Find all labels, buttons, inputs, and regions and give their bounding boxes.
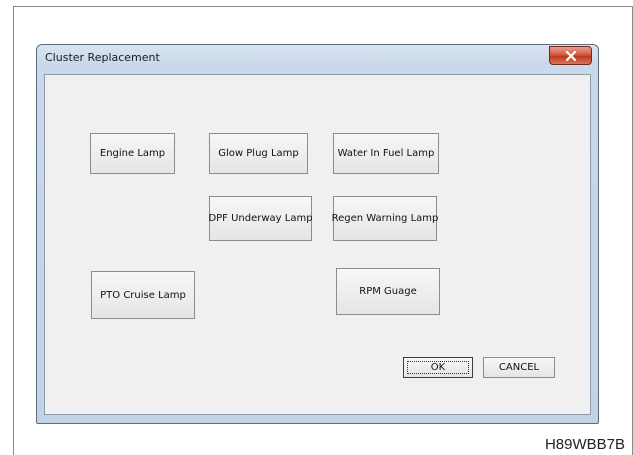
glow-plug-lamp-button[interactable]: Glow Plug Lamp bbox=[209, 133, 308, 174]
regen-warning-lamp-button[interactable]: Regen Warning Lamp bbox=[332, 196, 438, 241]
dpf-underway-lamp-button[interactable]: DPF Underway Lamp bbox=[208, 196, 313, 241]
close-icon bbox=[565, 50, 576, 61]
pto-cruise-lamp-button[interactable]: PTO Cruise Lamp bbox=[91, 271, 195, 319]
water-in-fuel-lamp-button[interactable]: Water In Fuel Lamp bbox=[333, 133, 439, 174]
engine-lamp-button[interactable]: Engine Lamp bbox=[90, 133, 175, 174]
cluster-replacement-dialog: Cluster Replacement Engine Lamp Glow Plu… bbox=[36, 44, 599, 424]
ok-button[interactable]: OK bbox=[403, 357, 473, 378]
dialog-title: Cluster Replacement bbox=[45, 51, 160, 64]
focus-rect bbox=[407, 361, 469, 374]
rpm-guage-button[interactable]: RPM Guage bbox=[336, 268, 440, 315]
cancel-button[interactable]: CANCEL bbox=[483, 357, 555, 378]
close-button[interactable] bbox=[549, 46, 592, 65]
dialog-client-area: Engine Lamp Glow Plug Lamp Water In Fuel… bbox=[44, 74, 591, 415]
figure-id-label: H89WBB7B bbox=[544, 436, 625, 453]
